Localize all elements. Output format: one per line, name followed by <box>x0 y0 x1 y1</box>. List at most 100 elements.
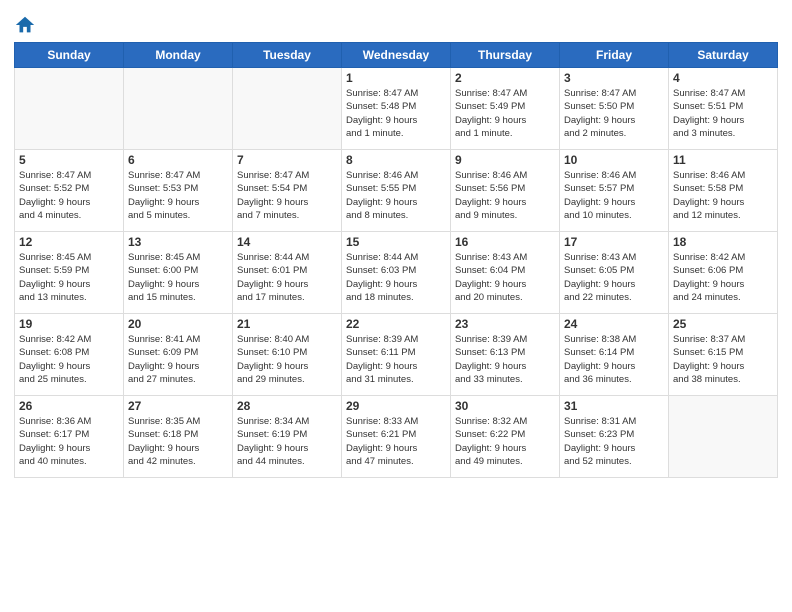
day-info: Sunrise: 8:38 AMSunset: 6:14 PMDaylight:… <box>564 333 664 386</box>
day-info-line: Sunset: 5:54 PM <box>237 182 337 195</box>
day-cell: 12Sunrise: 8:45 AMSunset: 5:59 PMDayligh… <box>15 232 124 314</box>
day-number: 28 <box>237 399 337 413</box>
day-info: Sunrise: 8:39 AMSunset: 6:13 PMDaylight:… <box>455 333 555 386</box>
day-number: 3 <box>564 71 664 85</box>
day-info: Sunrise: 8:44 AMSunset: 6:01 PMDaylight:… <box>237 251 337 304</box>
day-info-line: and 33 minutes. <box>455 373 555 386</box>
day-info: Sunrise: 8:46 AMSunset: 5:58 PMDaylight:… <box>673 169 773 222</box>
day-info-line: Sunrise: 8:32 AM <box>455 415 555 428</box>
day-of-week-header: Tuesday <box>233 43 342 68</box>
day-info-line: Sunrise: 8:33 AM <box>346 415 446 428</box>
day-info-line: Sunrise: 8:43 AM <box>455 251 555 264</box>
day-info-line: Sunset: 6:05 PM <box>564 264 664 277</box>
day-info-line: Sunset: 5:59 PM <box>19 264 119 277</box>
day-info-line: Daylight: 9 hours <box>455 278 555 291</box>
day-cell: 31Sunrise: 8:31 AMSunset: 6:23 PMDayligh… <box>560 396 669 478</box>
day-info: Sunrise: 8:33 AMSunset: 6:21 PMDaylight:… <box>346 415 446 468</box>
day-info: Sunrise: 8:43 AMSunset: 6:04 PMDaylight:… <box>455 251 555 304</box>
logo <box>14 14 38 36</box>
day-info-line: Daylight: 9 hours <box>564 360 664 373</box>
day-info-line: and 1 minute. <box>455 127 555 140</box>
day-info-line: Sunrise: 8:46 AM <box>455 169 555 182</box>
week-row: 19Sunrise: 8:42 AMSunset: 6:08 PMDayligh… <box>15 314 778 396</box>
day-info-line: and 3 minutes. <box>673 127 773 140</box>
day-info-line: Sunset: 5:49 PM <box>455 100 555 113</box>
day-info: Sunrise: 8:43 AMSunset: 6:05 PMDaylight:… <box>564 251 664 304</box>
day-number: 17 <box>564 235 664 249</box>
day-cell <box>15 68 124 150</box>
day-info-line: and 49 minutes. <box>455 455 555 468</box>
day-info-line: Sunrise: 8:41 AM <box>128 333 228 346</box>
day-info-line: Daylight: 9 hours <box>128 442 228 455</box>
day-info-line: Daylight: 9 hours <box>673 278 773 291</box>
day-info-line: and 24 minutes. <box>673 291 773 304</box>
page: SundayMondayTuesdayWednesdayThursdayFrid… <box>0 0 792 612</box>
day-info-line: and 12 minutes. <box>673 209 773 222</box>
day-info-line: Sunset: 6:10 PM <box>237 346 337 359</box>
day-info: Sunrise: 8:47 AMSunset: 5:53 PMDaylight:… <box>128 169 228 222</box>
day-info-line: Sunrise: 8:44 AM <box>237 251 337 264</box>
day-info-line: Sunset: 5:48 PM <box>346 100 446 113</box>
day-info-line: and 2 minutes. <box>564 127 664 140</box>
day-info-line: and 36 minutes. <box>564 373 664 386</box>
day-info-line: Daylight: 9 hours <box>455 360 555 373</box>
day-info-line: Sunset: 5:52 PM <box>19 182 119 195</box>
logo-icon <box>14 14 36 36</box>
day-info-line: Daylight: 9 hours <box>673 360 773 373</box>
day-info: Sunrise: 8:47 AMSunset: 5:49 PMDaylight:… <box>455 87 555 140</box>
day-info-line: Sunset: 6:18 PM <box>128 428 228 441</box>
day-info-line: Sunrise: 8:42 AM <box>673 251 773 264</box>
day-cell: 27 Sunrise: 8:35 AMSunset: 6:18 PMDayligh… <box>124 396 233 478</box>
day-cell: 14Sunrise: 8:44 AMSunset: 6:01 PMDayligh… <box>233 232 342 314</box>
day-info-line: and 13 minutes. <box>19 291 119 304</box>
day-info-line: Daylight: 9 hours <box>455 114 555 127</box>
day-info-line: Sunrise: 8:47 AM <box>128 169 228 182</box>
day-number: 15 <box>346 235 446 249</box>
day-number: 30 <box>455 399 555 413</box>
day-info-line: and 25 minutes. <box>19 373 119 386</box>
day-info: Sunrise: 8:39 AMSunset: 6:11 PMDaylight:… <box>346 333 446 386</box>
day-info-line: Sunrise: 8:44 AM <box>346 251 446 264</box>
day-info: Sunrise: 8:35 AMSunset: 6:18 PMDaylight:… <box>128 415 228 468</box>
day-number: 6 <box>128 153 228 167</box>
day-info-line: Daylight: 9 hours <box>564 442 664 455</box>
day-cell <box>124 68 233 150</box>
day-cell: 19Sunrise: 8:42 AMSunset: 6:08 PMDayligh… <box>15 314 124 396</box>
day-info: Sunrise: 8:34 AMSunset: 6:19 PMDaylight:… <box>237 415 337 468</box>
day-info-line: Sunrise: 8:43 AM <box>564 251 664 264</box>
day-number: 26 <box>19 399 119 413</box>
day-number: 16 <box>455 235 555 249</box>
day-info-line: Sunrise: 8:47 AM <box>237 169 337 182</box>
calendar-body: 1Sunrise: 8:47 AMSunset: 5:48 PMDaylight… <box>15 68 778 478</box>
day-info-line: Sunset: 6:22 PM <box>455 428 555 441</box>
day-cell: 21Sunrise: 8:40 AMSunset: 6:10 PMDayligh… <box>233 314 342 396</box>
day-cell: 28 Sunrise: 8:34 AMSunset: 6:19 PMDayligh… <box>233 396 342 478</box>
day-cell: 16 Sunrise: 8:43 AMSunset: 6:04 PMDayligh… <box>451 232 560 314</box>
day-info-line: Sunrise: 8:40 AM <box>237 333 337 346</box>
day-info-line: Sunrise: 8:37 AM <box>673 333 773 346</box>
day-info-line: Daylight: 9 hours <box>128 196 228 209</box>
day-info-line: and 20 minutes. <box>455 291 555 304</box>
day-info-line: and 29 minutes. <box>237 373 337 386</box>
day-info-line: Sunset: 6:04 PM <box>455 264 555 277</box>
calendar: SundayMondayTuesdayWednesdayThursdayFrid… <box>14 42 778 478</box>
day-number: 18 <box>673 235 773 249</box>
day-info: Sunrise: 8:45 AMSunset: 6:00 PMDaylight:… <box>128 251 228 304</box>
day-info-line: Sunset: 5:55 PM <box>346 182 446 195</box>
day-info-line: and 9 minutes. <box>455 209 555 222</box>
day-info-line: and 40 minutes. <box>19 455 119 468</box>
day-cell: 7Sunrise: 8:47 AMSunset: 5:54 PMDaylight… <box>233 150 342 232</box>
day-info-line: and 1 minute. <box>346 127 446 140</box>
day-info-line: Sunset: 6:14 PM <box>564 346 664 359</box>
day-info-line: Sunrise: 8:31 AM <box>564 415 664 428</box>
day-number: 27 <box>128 399 228 413</box>
week-row: 5Sunrise: 8:47 AMSunset: 5:52 PMDaylight… <box>15 150 778 232</box>
day-info-line: Sunrise: 8:47 AM <box>455 87 555 100</box>
day-info-line: and 17 minutes. <box>237 291 337 304</box>
day-info-line: Daylight: 9 hours <box>673 196 773 209</box>
day-info-line: Sunrise: 8:46 AM <box>564 169 664 182</box>
day-of-week-header: Friday <box>560 43 669 68</box>
day-cell: 1Sunrise: 8:47 AMSunset: 5:48 PMDaylight… <box>342 68 451 150</box>
day-info-line: Daylight: 9 hours <box>455 196 555 209</box>
day-of-week-header: Sunday <box>15 43 124 68</box>
